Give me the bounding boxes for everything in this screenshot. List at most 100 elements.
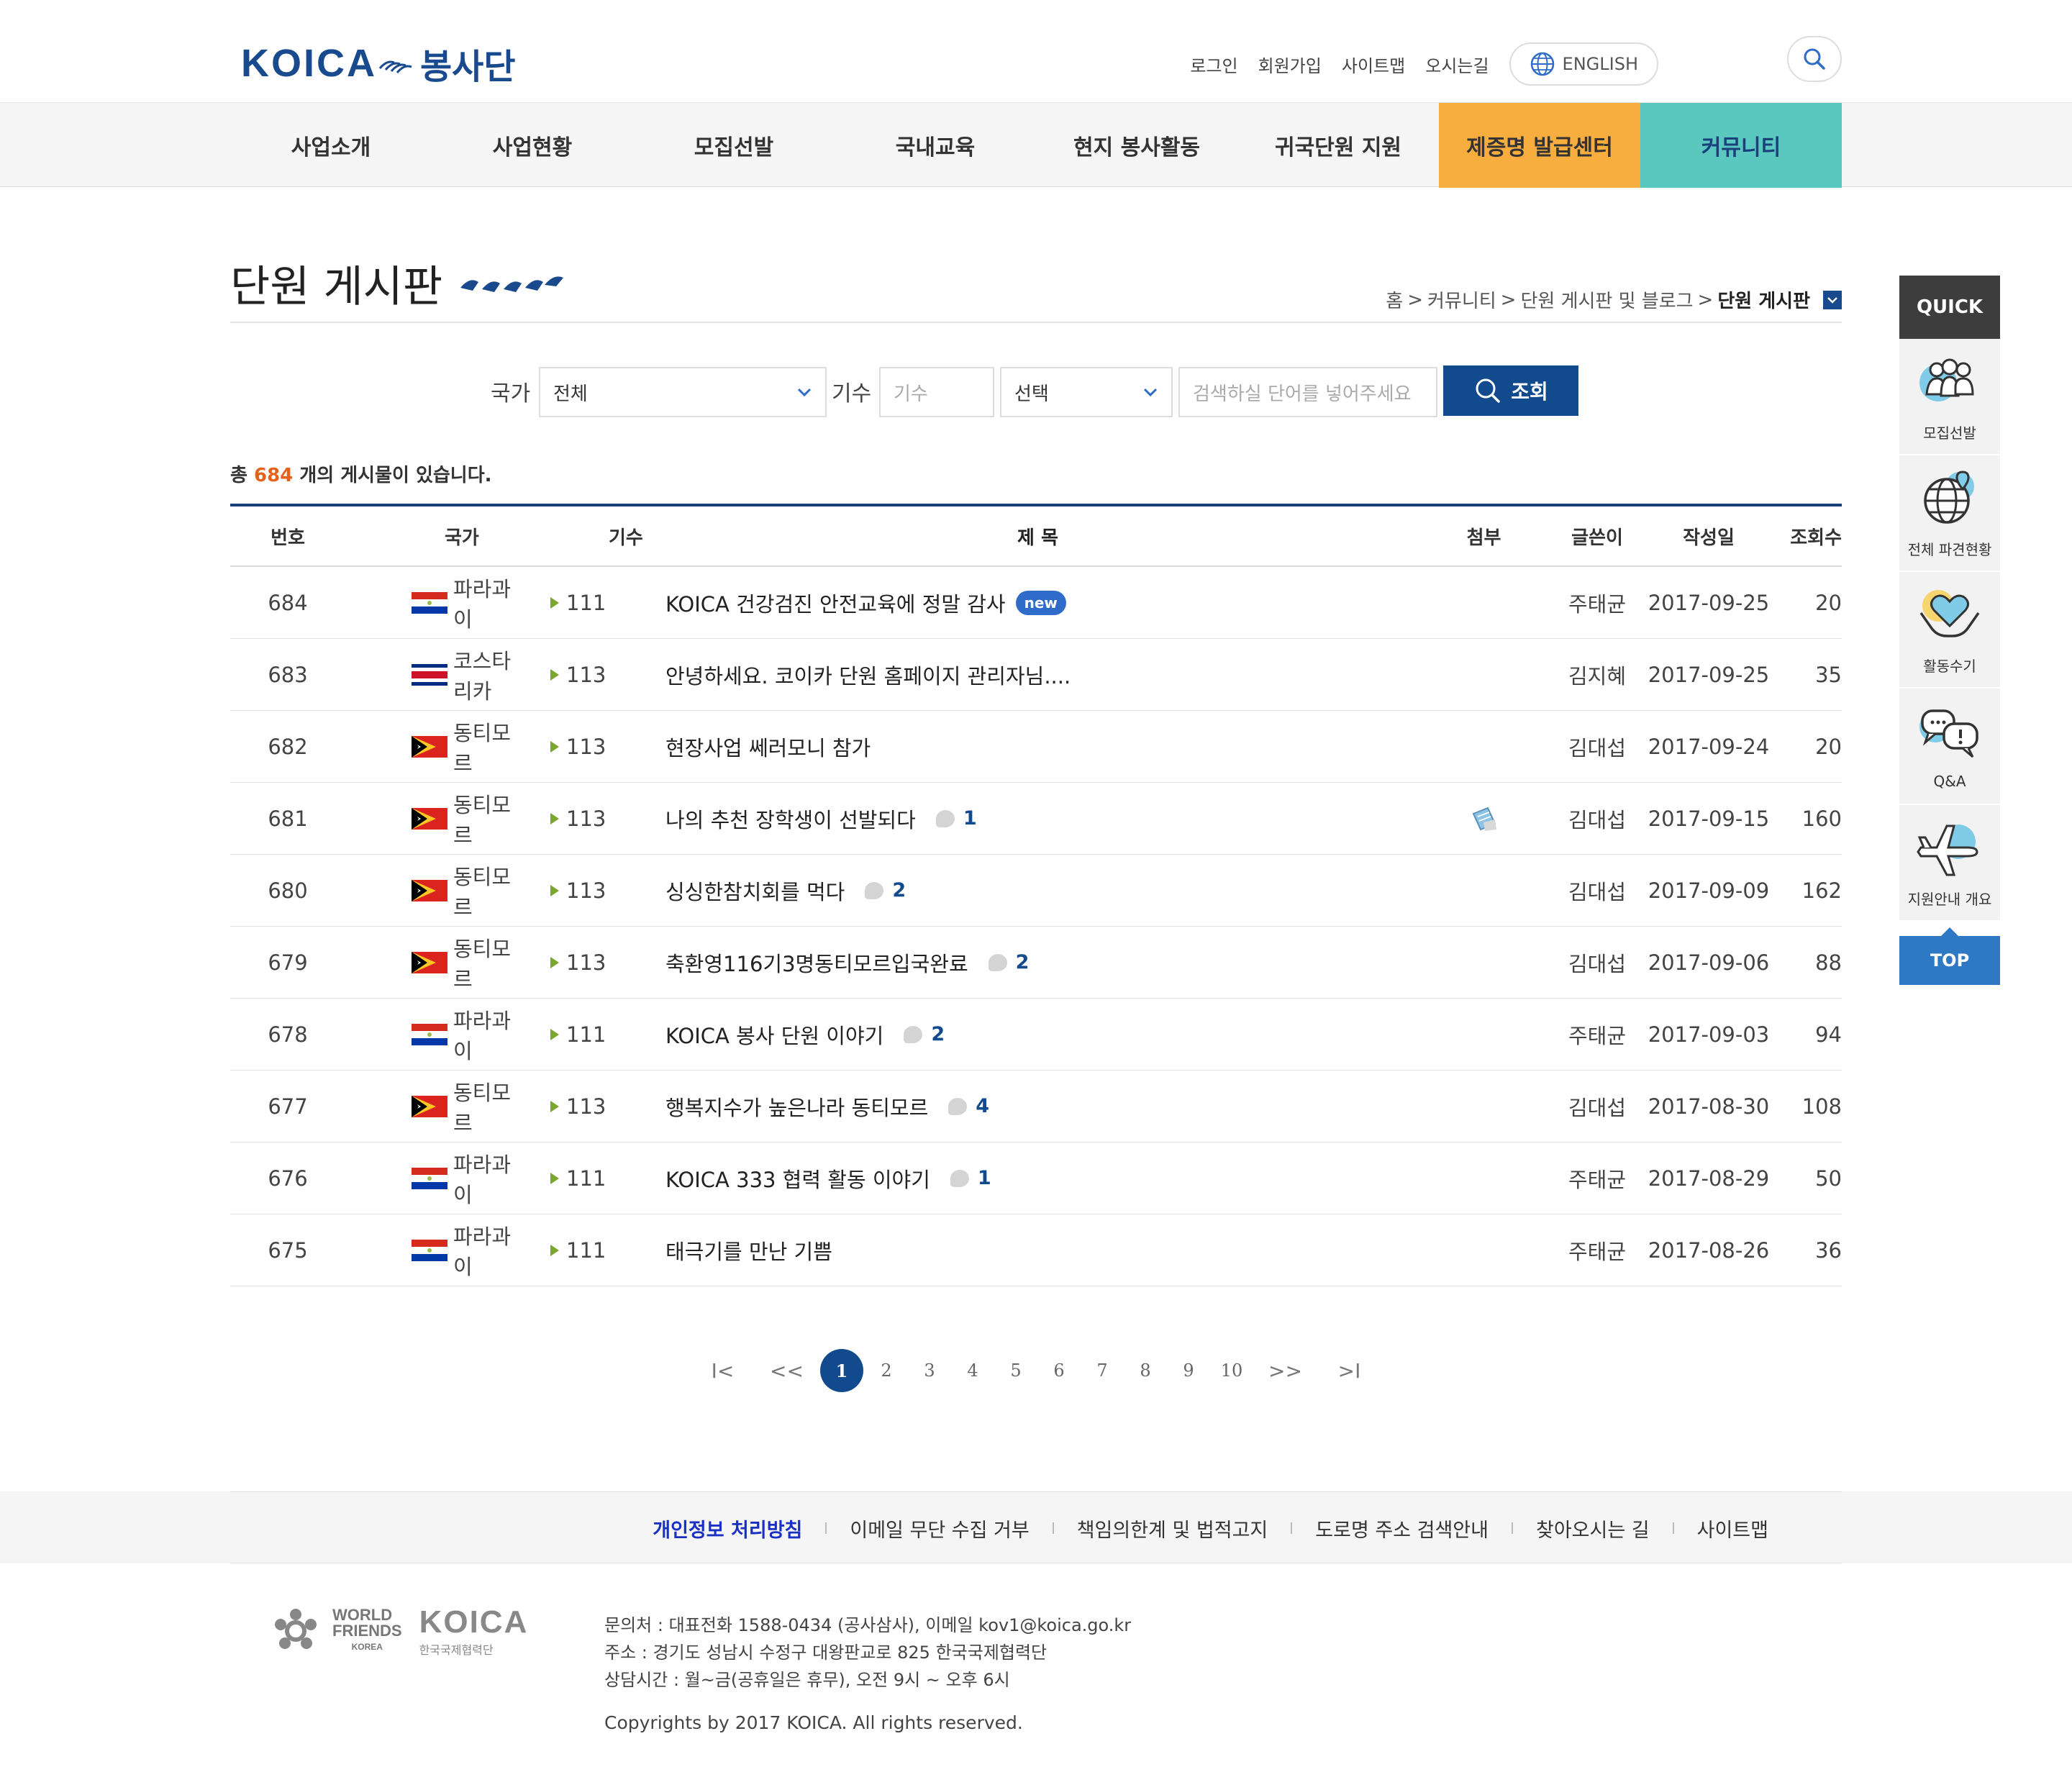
nav-community[interactable]: 커뮤니티: [1640, 103, 1842, 188]
prev-page-button[interactable]: <<: [755, 1359, 819, 1383]
breadcrumb-home[interactable]: 홈: [1386, 286, 1403, 313]
row-date: 2017-08-26: [1648, 1237, 1770, 1263]
comment-bubble-icon: [988, 953, 1007, 971]
breadcrumb-community[interactable]: 커뮤니티: [1427, 286, 1496, 313]
page-number-button[interactable]: 3: [908, 1360, 951, 1381]
table-row[interactable]: 678 파라과이 111 KOICA 봉사 단원 이야기 2 주태균 2017-09-03 9…: [230, 999, 1842, 1071]
wf-line: KOREA: [351, 1642, 383, 1652]
post-title-link[interactable]: 태극기를 만난 기쁨: [665, 1235, 832, 1266]
directions-link[interactable]: 오시는길: [1415, 52, 1499, 77]
page-number-button[interactable]: 8: [1124, 1360, 1167, 1381]
country-select[interactable]: 전체: [539, 367, 827, 417]
last-page-button[interactable]: >I: [1317, 1359, 1381, 1383]
table-row[interactable]: 679 동티모르 113 축환영116기3명동티모르입국완료 2 김대섭 2017-09-0…: [230, 927, 1842, 999]
post-title-link[interactable]: 나의 추천 장학생이 선발되다: [665, 804, 916, 834]
footer-logos: WORLD FRIENDS KOREA KOICA 한국국제협력단: [271, 1604, 528, 1658]
keyword-input[interactable]: 검색하실 단어를 넣어주세요: [1178, 367, 1437, 417]
quick-support-guide[interactable]: 지원안내 개요: [1899, 805, 2000, 922]
page-number-button[interactable]: 9: [1167, 1360, 1210, 1381]
quick-activity-stories[interactable]: 활동수기: [1899, 572, 2000, 689]
site-logo[interactable]: KOICA 봉사단: [241, 35, 515, 92]
login-link[interactable]: 로그인: [1180, 52, 1248, 77]
nav-domestic-training[interactable]: 국내교육: [835, 103, 1036, 188]
sitemap-link[interactable]: 사이트맵: [1332, 52, 1415, 77]
post-title-link[interactable]: 싱싱한참치회를 먹다: [665, 876, 845, 906]
row-term: 113: [514, 663, 665, 687]
page-number-button[interactable]: 6: [1037, 1360, 1081, 1381]
next-page-button[interactable]: >>: [1253, 1359, 1317, 1383]
quick-recruitment[interactable]: 모집선발: [1899, 339, 2000, 455]
row-term-value: 111: [566, 1022, 606, 1047]
page-number-button[interactable]: 10: [1210, 1360, 1253, 1381]
quick-dispatch-status[interactable]: 전체 파견현황: [1899, 455, 2000, 572]
table-row[interactable]: 684 파라과이 111 KOICA 건강검진 안전교육에 정말 감사 new 주태균 20…: [230, 567, 1842, 639]
row-number: 677: [268, 1094, 308, 1119]
row-country-name: 동티모르: [453, 792, 512, 848]
quick-qna[interactable]: Q&A: [1899, 689, 2000, 805]
timor-flag-icon: [412, 1095, 447, 1117]
row-writer: 김지혜: [1568, 663, 1627, 689]
nav-business-intro[interactable]: 사업소개: [230, 103, 432, 188]
row-title-cell: 태극기를 만난 기쁨: [665, 1235, 1410, 1266]
page-number-button[interactable]: 5: [994, 1360, 1037, 1381]
table-row[interactable]: 683 코스타리카 113 안녕하세요. 코이카 단원 홈페이지 관리자님.... 김지…: [230, 639, 1842, 711]
copyright: Copyrights by 2017 KOICA. All rights res…: [604, 1712, 1023, 1733]
first-page-button[interactable]: I<: [691, 1359, 755, 1383]
nav-business-status[interactable]: 사업현황: [432, 103, 633, 188]
wf-line: FRIENDS: [332, 1622, 402, 1640]
table-row[interactable]: 681 동티모르 113 나의 추천 장학생이 선발되다 1 김대섭 2017-09-15 1…: [230, 783, 1842, 855]
breadcrumb-dropdown-button[interactable]: [1823, 290, 1842, 309]
table-row[interactable]: 676 파라과이 111 KOICA 333 협력 활동 이야기 1 주태균 2017-08…: [230, 1142, 1842, 1214]
post-title-link[interactable]: 안녕하세요. 코이카 단원 홈페이지 관리자님....: [665, 660, 1071, 690]
term-input[interactable]: 기수: [879, 367, 994, 417]
nav-field-activity[interactable]: 현지 봉사활동: [1036, 103, 1237, 188]
field-select[interactable]: 선택: [1000, 367, 1173, 417]
footer-sitemap-link[interactable]: 사이트맵: [1674, 1514, 1791, 1543]
row-number: 680: [268, 878, 308, 903]
row-attachment: [1410, 804, 1558, 834]
globe-small-icon: [1530, 52, 1554, 76]
row-country-name: 파라과이: [453, 576, 512, 632]
people-icon: [1919, 358, 1974, 401]
comment-bubble-icon: [950, 1169, 969, 1187]
table-row[interactable]: 680 동티모르 113 싱싱한참치회를 먹다 2 김대섭 2017-09-09 162: [230, 855, 1842, 927]
post-title-link[interactable]: 현장사업 쎄러모니 참가: [665, 732, 871, 762]
table-row[interactable]: 675 파라과이 111 태극기를 만난 기쁨 주태균 2017-08-26 36: [230, 1214, 1842, 1286]
table-row[interactable]: 677 동티모르 113 행복지수가 높은나라 동티모르 4 김대섭 2017-08-30 1…: [230, 1071, 1842, 1142]
post-title-link[interactable]: KOICA 건강검진 안전교육에 정말 감사: [665, 588, 1006, 618]
nav-certificate-center[interactable]: 제증명 발급센터: [1439, 103, 1640, 188]
post-title-link[interactable]: KOICA 봉사 단원 이야기: [665, 1019, 883, 1050]
road-address-link[interactable]: 도로명 주소 검색안내: [1292, 1514, 1512, 1543]
privacy-policy-link[interactable]: 개인정보 처리방침: [630, 1514, 825, 1543]
post-title-link[interactable]: 행복지수가 높은나라 동티모르: [665, 1091, 928, 1122]
legal-notice-link[interactable]: 책임의한계 및 법적고지: [1054, 1514, 1291, 1543]
term-label: 기수: [832, 381, 872, 406]
current-page-button[interactable]: 1: [820, 1349, 863, 1392]
scroll-top-button[interactable]: TOP: [1899, 927, 2000, 985]
breadcrumb-board-blog[interactable]: 단원 게시판 및 블로그: [1520, 286, 1693, 313]
comment-count: 2: [865, 879, 906, 901]
table-row[interactable]: 682 동티모르 113 현장사업 쎄러모니 참가 김대섭 2017-09-24 20: [230, 711, 1842, 783]
post-title-link[interactable]: KOICA 333 협력 활동 이야기: [665, 1163, 930, 1194]
table-header: 번호 국가 기수 제 목 첨부 글쓴이 작성일 조회수: [230, 504, 1842, 567]
row-date: 2017-09-24: [1648, 734, 1770, 759]
row-number: 676: [268, 1166, 308, 1191]
english-button[interactable]: ENGLISH: [1509, 42, 1658, 86]
signup-link[interactable]: 회원가입: [1248, 52, 1332, 77]
nav-returnee-support[interactable]: 귀국단원 지원: [1237, 103, 1439, 188]
row-country: 동티모르: [345, 860, 514, 921]
page-number-button[interactable]: 2: [865, 1360, 908, 1381]
search-submit-button[interactable]: 조회: [1443, 365, 1578, 416]
row-date: 2017-09-25: [1648, 590, 1770, 615]
nav-recruitment[interactable]: 모집선발: [633, 103, 835, 188]
footer-directions-link[interactable]: 찾아오시는 길: [1513, 1514, 1673, 1543]
row-views: 35: [1815, 662, 1842, 687]
page-number-button[interactable]: 4: [951, 1360, 994, 1381]
post-title-link[interactable]: 축환영116기3명동티모르입국완료: [665, 948, 968, 978]
heart-hands-icon: [1919, 589, 1980, 637]
attachment-file-icon[interactable]: [1469, 804, 1499, 834]
email-refusal-link[interactable]: 이메일 무단 수집 거부: [827, 1514, 1052, 1543]
header-search-button[interactable]: [1787, 36, 1842, 82]
page-number-button[interactable]: 7: [1081, 1360, 1124, 1381]
row-term: 111: [514, 591, 665, 615]
